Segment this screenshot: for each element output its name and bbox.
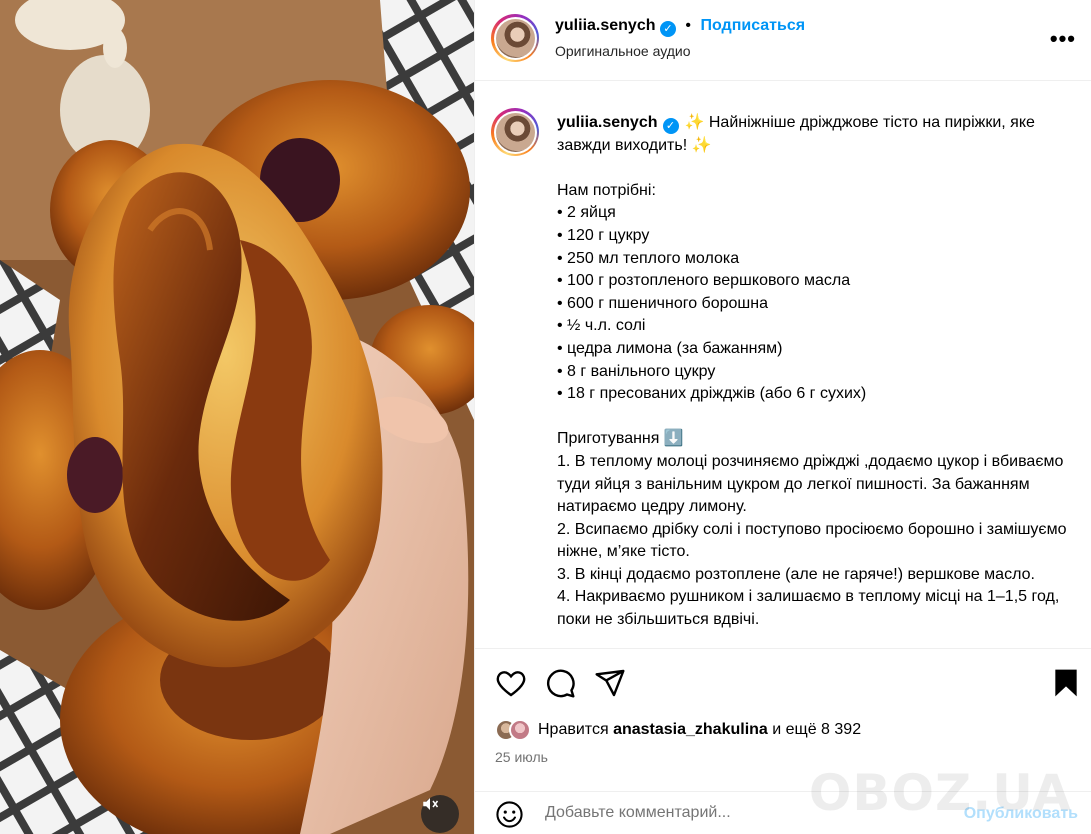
- comment-icon[interactable]: [544, 667, 576, 699]
- caption-username[interactable]: yuliia.senych: [557, 114, 658, 131]
- avatar[interactable]: [491, 14, 539, 62]
- post-media[interactable]: [0, 0, 474, 834]
- post-header: yuliia.senych ✓ • Подписаться Оригинальн…: [475, 0, 1091, 81]
- more-options-icon[interactable]: •••: [1050, 26, 1076, 52]
- caption: yuliia.senych ✓ ✨ Найніжніше дріжджове тіс…: [557, 112, 1077, 632]
- caption-text: ✨ Найніжніше дріжджове тісто на пиріжки,…: [557, 114, 1067, 629]
- caption-section: yuliia.senych ✓ ✨ Найніжніше дріжджове тіс…: [475, 82, 1091, 648]
- likes-suffix[interactable]: и ещё 8 392: [772, 721, 861, 739]
- emoji-icon[interactable]: [495, 800, 524, 829]
- mute-button[interactable]: [421, 795, 459, 833]
- bookmark-icon[interactable]: [1050, 667, 1082, 699]
- liker-avatar: [509, 719, 531, 741]
- actions-section: Нравится anastasia_zhakulina и ещё 8 392…: [475, 648, 1091, 834]
- post-panel: yuliia.senych ✓ • Подписаться Оригинальн…: [474, 0, 1091, 834]
- follow-button[interactable]: Подписаться: [700, 17, 805, 34]
- likes-summary[interactable]: Нравится anastasia_zhakulina и ещё 8 392: [495, 717, 861, 743]
- likes-prefix: Нравится: [538, 721, 609, 738]
- heart-icon[interactable]: [495, 667, 527, 699]
- share-icon[interactable]: [594, 667, 626, 699]
- speaker-muted-icon: [423, 798, 439, 810]
- verified-badge-icon: ✓: [659, 21, 676, 37]
- post-date[interactable]: 25 июль: [495, 749, 548, 765]
- caption-avatar[interactable]: [491, 108, 539, 156]
- pastry-photo: [0, 0, 474, 834]
- liker-username[interactable]: anastasia_zhakulina: [613, 721, 768, 739]
- verified-badge-icon: ✓: [662, 118, 679, 134]
- audio-label[interactable]: Оригинальное аудио: [555, 43, 691, 59]
- author-username[interactable]: yuliia.senych: [555, 17, 656, 34]
- separator-dot: •: [685, 17, 692, 34]
- watermark: OBOZ.UA: [808, 764, 1072, 822]
